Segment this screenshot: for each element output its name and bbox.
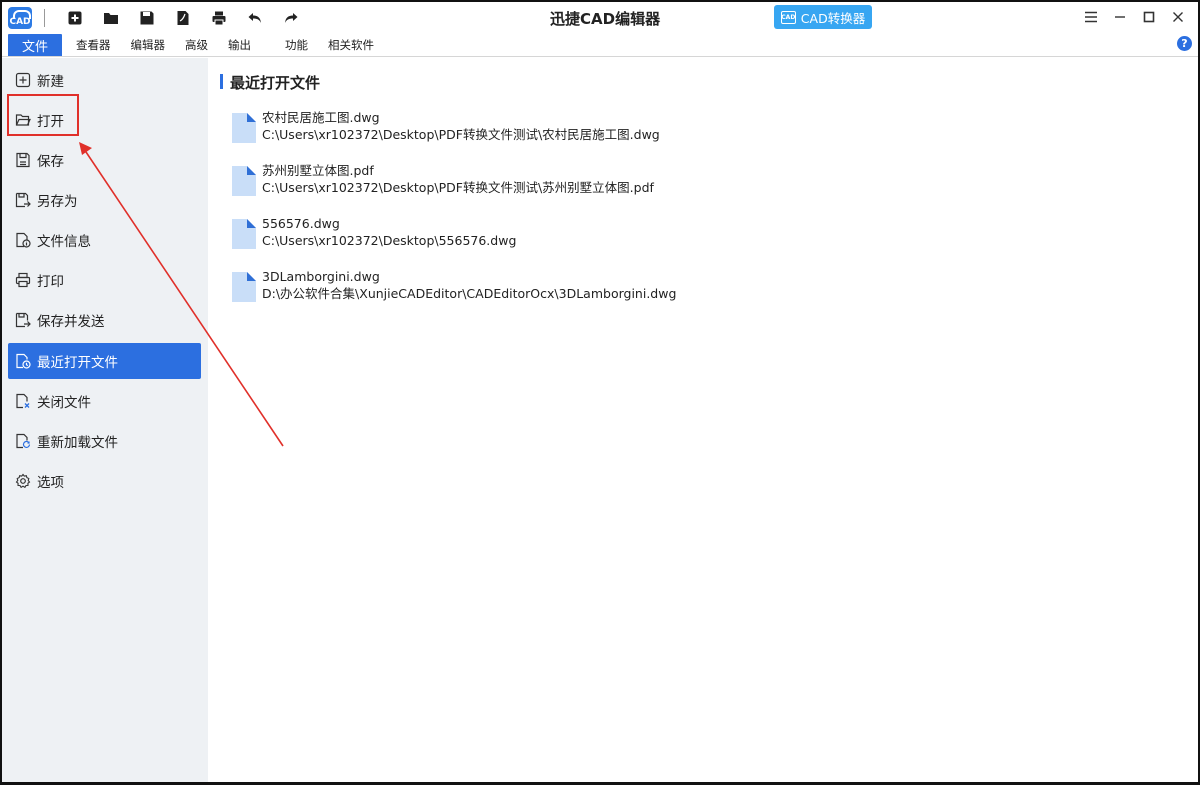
close-file-icon — [14, 392, 32, 410]
sidebar-item-label: 最近打开文件 — [37, 355, 118, 371]
recent-file-item[interactable]: 556576.dwg C:\Users\xr102372\Desktop\556… — [232, 215, 516, 249]
redo-icon — [285, 12, 298, 23]
save-icon — [14, 151, 32, 169]
export-pdf-button[interactable] — [165, 4, 201, 32]
recent-file-name: 苏州别墅立体图.pdf — [262, 163, 374, 178]
sidebar-item-label: 重新加载文件 — [37, 435, 118, 451]
help-icon[interactable]: ? — [1177, 36, 1192, 51]
hamburger-icon — [1085, 11, 1097, 23]
recent-file-item[interactable]: 3DLamborgini.dwg D:\办公软件合集\XunjieCADEdit… — [232, 268, 676, 302]
recent-file-item[interactable]: 农村民居施工图.dwg C:\Users\xr102372\Desktop\PD… — [232, 109, 660, 143]
ribbon-menu-bar: 文件 查看器 编辑器 高级 输出 功能 相关软件 ? — [2, 33, 1198, 57]
reload-icon — [14, 432, 32, 450]
cad-converter-button[interactable]: CAD CAD转换器 — [774, 5, 872, 29]
file-icon — [232, 272, 256, 302]
recent-file-path: C:\Users\xr102372\Desktop\556576.dwg — [262, 233, 517, 248]
undo-icon — [248, 12, 261, 23]
recent-icon — [14, 352, 32, 370]
open-folder-icon — [104, 12, 118, 24]
close-icon — [1173, 12, 1183, 22]
sidebar-item-save[interactable]: 保存 — [8, 142, 201, 178]
page-title: 最近打开文件 — [220, 72, 320, 93]
tab-output[interactable]: 输出 — [218, 34, 261, 56]
maximize-icon — [1143, 11, 1155, 23]
tab-editor[interactable]: 编辑器 — [121, 34, 176, 56]
tab-viewer[interactable]: 查看器 — [66, 34, 121, 56]
new-icon — [14, 71, 32, 89]
new-file-button[interactable] — [57, 4, 93, 32]
app-window: CAD 迅捷CAD编辑器 CAD CAD转换器 文件 查看器 编辑器 高级 输出… — [0, 0, 1200, 785]
redo-button[interactable] — [273, 4, 309, 32]
sidebar-item-print[interactable]: 打印 — [8, 262, 201, 298]
sidebar-item-options[interactable]: 选项 — [8, 463, 201, 499]
file-sidebar: 新建 打开 保存 另存为 文件信息 打印 保存并发送 最近打开文件 关闭文件 重… — [2, 58, 208, 782]
maximize-button[interactable] — [1135, 4, 1163, 30]
new-file-icon — [68, 11, 82, 24]
annotation-highlight-box — [7, 94, 79, 136]
close-button[interactable] — [1164, 4, 1192, 30]
sidebar-item-new[interactable]: 新建 — [8, 62, 201, 98]
save-icon — [140, 11, 154, 24]
options-gear-icon — [14, 472, 32, 490]
sidebar-item-close-file[interactable]: 关闭文件 — [8, 383, 201, 419]
sidebar-item-label: 打印 — [37, 274, 64, 290]
sidebar-item-save-send[interactable]: 保存并发送 — [8, 302, 201, 338]
file-icon — [232, 219, 256, 249]
converter-icon: CAD — [780, 10, 796, 24]
file-icon — [232, 166, 256, 196]
sidebar-item-label: 保存 — [37, 154, 64, 170]
sidebar-item-label: 关闭文件 — [37, 395, 91, 411]
open-folder-button[interactable] — [93, 4, 129, 32]
save-as-icon — [14, 191, 32, 209]
sidebar-item-reload-file[interactable]: 重新加载文件 — [8, 423, 201, 459]
tab-file[interactable]: 文件 — [8, 34, 62, 56]
sidebar-item-label: 另存为 — [37, 194, 78, 210]
recent-file-item[interactable]: 苏州别墅立体图.pdf C:\Users\xr102372\Desktop\PD… — [232, 162, 654, 196]
undo-button[interactable] — [237, 4, 273, 32]
recent-file-name: 农村民居施工图.dwg — [262, 110, 380, 125]
sidebar-item-file-info[interactable]: 文件信息 — [8, 222, 201, 258]
sidebar-item-save-as[interactable]: 另存为 — [8, 182, 201, 218]
file-icon — [232, 113, 256, 143]
sidebar-item-label: 文件信息 — [37, 234, 91, 250]
converter-label: CAD转换器 — [800, 10, 866, 26]
recent-file-path: C:\Users\xr102372\Desktop\PDF转换文件测试\农村民居… — [262, 127, 660, 142]
recent-file-path: C:\Users\xr102372\Desktop\PDF转换文件测试\苏州别墅… — [262, 180, 654, 195]
tab-related-software[interactable]: 相关软件 — [318, 34, 384, 56]
window-controls — [1076, 4, 1192, 30]
main-content: 最近打开文件 农村民居施工图.dwg C:\Users\xr102372\Des… — [208, 58, 1198, 782]
file-info-icon — [14, 231, 32, 249]
export-pdf-icon — [177, 10, 189, 25]
minimize-icon — [1115, 16, 1125, 18]
sidebar-item-label: 新建 — [37, 74, 64, 90]
title-bar: CAD 迅捷CAD编辑器 CAD CAD转换器 — [2, 2, 1198, 33]
save-button[interactable] — [129, 4, 165, 32]
save-send-icon — [14, 311, 32, 329]
window-title: 迅捷CAD编辑器 — [550, 10, 661, 28]
app-logo-icon: CAD — [8, 6, 32, 29]
sidebar-item-label: 保存并发送 — [37, 314, 105, 330]
print-icon — [14, 271, 32, 289]
sidebar-item-recent-files[interactable]: 最近打开文件 — [8, 343, 201, 379]
recent-file-path: D:\办公软件合集\XunjieCADEditor\CADEditorOcx\3… — [262, 286, 677, 301]
toolbar-separator — [44, 8, 45, 27]
tab-advanced[interactable]: 高级 — [175, 34, 218, 56]
sidebar-item-label: 选项 — [37, 475, 64, 491]
tab-features[interactable]: 功能 — [275, 34, 318, 56]
menu-button[interactable] — [1077, 4, 1105, 30]
print-button[interactable] — [201, 4, 237, 32]
minimize-button[interactable] — [1106, 4, 1134, 30]
recent-file-name: 556576.dwg — [262, 216, 340, 231]
recent-file-name: 3DLamborgini.dwg — [262, 269, 380, 284]
print-icon — [212, 11, 226, 25]
